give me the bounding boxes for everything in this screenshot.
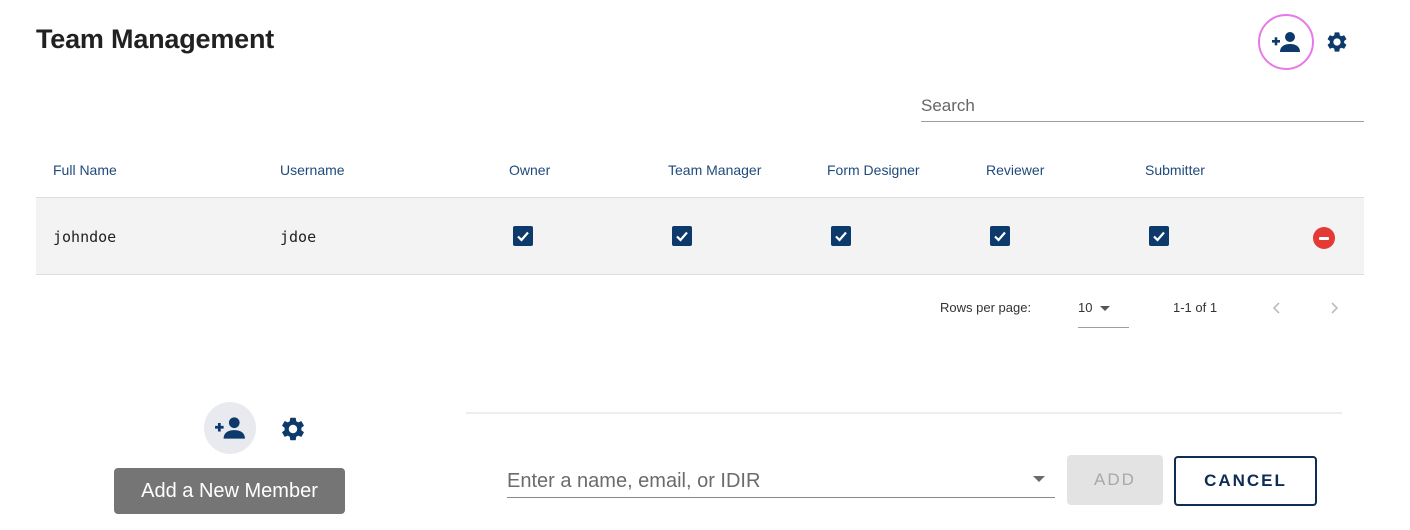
remove-member-button[interactable] bbox=[1313, 227, 1335, 249]
team-manager-checkbox[interactable] bbox=[672, 226, 692, 246]
checkmark-icon bbox=[517, 231, 529, 242]
page-title: Team Management bbox=[36, 24, 275, 54]
person-add-icon bbox=[1272, 32, 1300, 52]
cell-full-name: johndoe bbox=[53, 228, 117, 246]
chevron-right-icon bbox=[1331, 302, 1339, 314]
add-member-button[interactable] bbox=[1258, 14, 1314, 70]
add-button[interactable]: ADD bbox=[1067, 455, 1163, 505]
checkmark-icon bbox=[1153, 231, 1165, 242]
settings-button[interactable] bbox=[1324, 29, 1350, 55]
checkmark-icon bbox=[676, 231, 688, 242]
submitter-checkbox[interactable] bbox=[1149, 226, 1169, 246]
cell-username: jdoe bbox=[280, 228, 317, 246]
person-add-icon bbox=[215, 417, 245, 439]
dropdown-caret-icon[interactable] bbox=[1033, 476, 1045, 482]
next-page-button[interactable] bbox=[1322, 296, 1346, 320]
checkmark-icon bbox=[994, 231, 1006, 242]
column-header-full-name[interactable]: Full Name bbox=[53, 162, 117, 178]
form-designer-checkbox[interactable] bbox=[831, 226, 851, 246]
column-header-form-designer[interactable]: Form Designer bbox=[827, 162, 920, 178]
member-search-input[interactable]: Enter a name, email, or IDIR bbox=[507, 462, 1055, 498]
previous-page-button[interactable] bbox=[1265, 296, 1289, 320]
section-divider bbox=[466, 412, 1342, 414]
rows-per-page-select[interactable]: 10 bbox=[1078, 300, 1129, 328]
remove-circle-icon bbox=[1319, 236, 1329, 240]
column-header-submitter[interactable]: Submitter bbox=[1145, 162, 1205, 178]
column-header-reviewer[interactable]: Reviewer bbox=[986, 162, 1044, 178]
add-member-tooltip: Add a New Member bbox=[114, 468, 345, 514]
column-header-owner[interactable]: Owner bbox=[509, 162, 550, 178]
member-search-placeholder: Enter a name, email, or IDIR bbox=[507, 470, 761, 492]
checkmark-icon bbox=[835, 231, 847, 242]
owner-checkbox[interactable] bbox=[513, 226, 533, 246]
column-header-username[interactable]: Username bbox=[280, 162, 345, 178]
reviewer-checkbox[interactable] bbox=[990, 226, 1010, 246]
search-input[interactable] bbox=[921, 90, 1364, 122]
cancel-button[interactable]: CANCEL bbox=[1174, 456, 1317, 506]
gear-icon bbox=[1327, 32, 1347, 52]
chevron-left-icon bbox=[1272, 302, 1280, 314]
column-header-team-manager[interactable]: Team Manager bbox=[668, 162, 761, 178]
gear-icon bbox=[282, 417, 304, 441]
rows-per-page-value: 10 bbox=[1078, 300, 1093, 315]
add-member-button-hover[interactable] bbox=[204, 402, 256, 454]
dropdown-caret-icon bbox=[1100, 306, 1110, 311]
pagination-range: 1-1 of 1 bbox=[1173, 300, 1218, 315]
rows-per-page-label: Rows per page: bbox=[940, 300, 1032, 315]
settings-button-secondary[interactable] bbox=[278, 414, 308, 444]
